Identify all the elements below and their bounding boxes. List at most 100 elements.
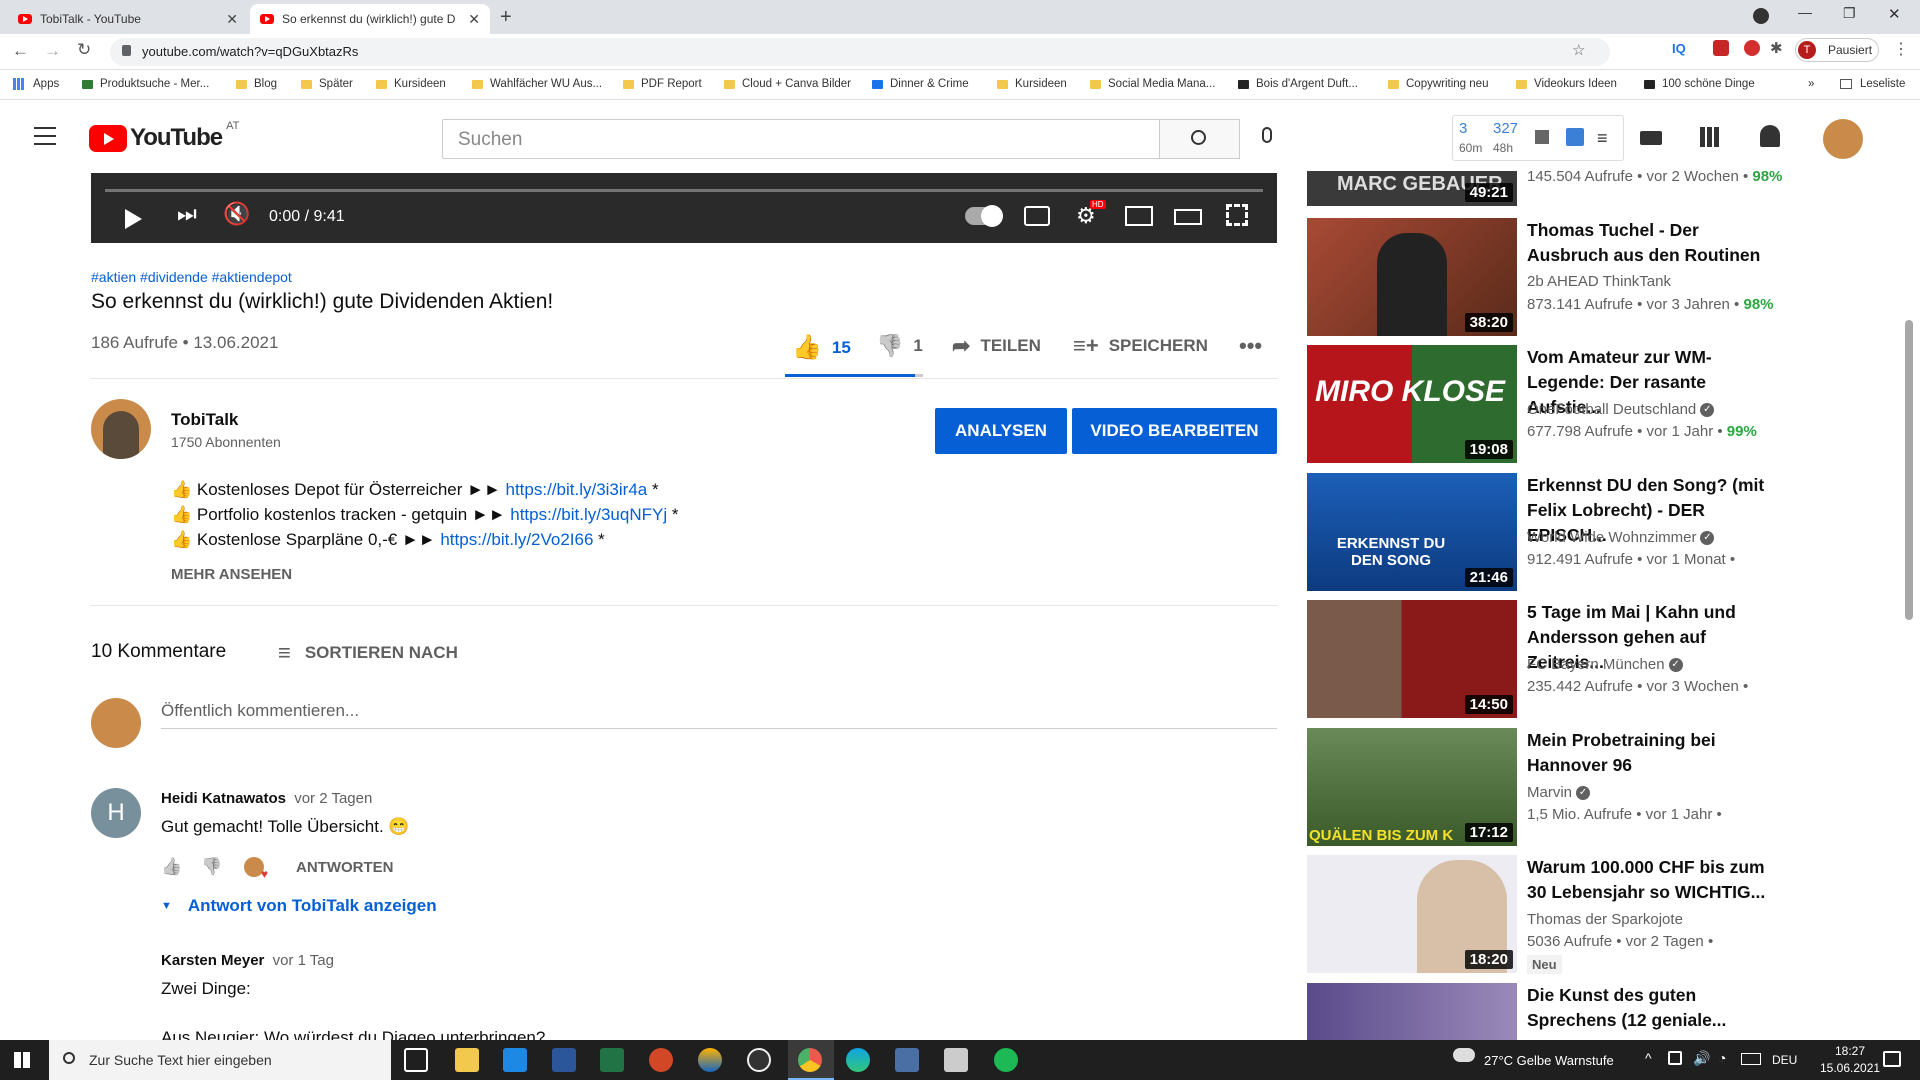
word-icon[interactable] xyxy=(552,1048,576,1072)
video-title-link[interactable]: Mein Probetraining bei Hannover 96 xyxy=(1527,728,1782,778)
hamburger-menu-icon[interactable] xyxy=(34,127,56,145)
search-input[interactable]: Suchen xyxy=(442,119,1160,159)
next-icon[interactable]: ⏭ xyxy=(177,201,197,227)
task-view-icon[interactable] xyxy=(404,1048,428,1072)
tab-search-icon[interactable] xyxy=(1753,8,1769,24)
minimize-button[interactable]: — xyxy=(1798,4,1812,20)
obs-icon[interactable] xyxy=(747,1048,771,1072)
youtube-logo[interactable]: YouTube AT xyxy=(89,120,239,152)
channel-name[interactable]: Marvin ✓ xyxy=(1527,784,1591,801)
tab-active-video[interactable]: So erkennst du (wirklich!) gute D ✕ xyxy=(250,4,490,34)
fullscreen-icon[interactable] xyxy=(1226,204,1248,226)
playlist-icon[interactable] xyxy=(1566,128,1584,146)
commenter-avatar[interactable]: H xyxy=(91,788,141,838)
channel-avatar[interactable] xyxy=(91,399,151,459)
comment-author[interactable]: Heidi Katnawatos xyxy=(161,790,286,807)
app-icon[interactable] xyxy=(895,1048,919,1072)
channel-name[interactable]: TobiTalk xyxy=(171,410,238,430)
bookmark-item[interactable]: Wahlfächer WU Aus... xyxy=(472,78,602,90)
weather-text[interactable]: 27°C Gelbe Warnstufe xyxy=(1484,1053,1614,1068)
analytics-button[interactable]: ANALYSEN xyxy=(935,408,1067,454)
bookmark-item[interactable]: Produktsuche - Mer... xyxy=(82,78,209,90)
bookmark-item[interactable]: Social Media Mana... xyxy=(1090,78,1215,90)
video-thumbnail[interactable]: MIRO KLOSE 19:08 xyxy=(1307,345,1517,463)
excel-icon[interactable] xyxy=(600,1048,624,1072)
miniplayer-icon[interactable] xyxy=(1125,206,1153,226)
progress-bar[interactable] xyxy=(105,189,1263,192)
video-thumbnail[interactable]: 14:50 xyxy=(1307,600,1517,718)
extension-icon[interactable] xyxy=(1744,40,1760,56)
reply-button[interactable]: ANTWORTEN xyxy=(296,859,394,876)
powerpoint-icon[interactable] xyxy=(649,1048,673,1072)
channel-name[interactable]: World Wide Wohnzimmer ✓ xyxy=(1527,529,1715,546)
scrollbar-thumb[interactable] xyxy=(1905,320,1913,620)
search-button[interactable] xyxy=(1160,119,1240,159)
video-thumbnail[interactable]: 38:20 xyxy=(1307,218,1517,336)
dislike-button[interactable]: 👎 1 xyxy=(876,333,923,359)
maximize-button[interactable]: ❐ xyxy=(1843,5,1856,22)
notifications-bell-icon[interactable] xyxy=(1760,125,1780,147)
tab-tobitalk[interactable]: TobiTalk - YouTube ✕ xyxy=(8,4,248,34)
video-thumbnail[interactable]: QUÄLEN BIS ZUM K 17:12 xyxy=(1307,728,1517,846)
comment-like-icon[interactable]: 👍 xyxy=(161,857,182,877)
weather-cloud-icon[interactable] xyxy=(1453,1048,1475,1062)
close-window-button[interactable]: ✕ xyxy=(1888,5,1901,23)
description-link[interactable]: https://bit.ly/3uqNFYj xyxy=(510,505,667,524)
subtitles-icon[interactable] xyxy=(1024,206,1050,226)
notification-center-icon[interactable] xyxy=(1883,1051,1901,1067)
spotify-icon[interactable] xyxy=(994,1048,1018,1072)
bookmark-item[interactable]: Später xyxy=(301,78,353,90)
tray-icon[interactable] xyxy=(1668,1051,1682,1065)
bookmark-item[interactable]: Bois d'Argent Duft... xyxy=(1238,78,1358,90)
play-icon[interactable] xyxy=(125,209,142,229)
video-player[interactable]: ⏭ 🔇 0:00 / 9:41 ⚙ HD xyxy=(91,173,1277,243)
forward-icon[interactable]: → xyxy=(44,41,61,61)
keyboard-icon[interactable] xyxy=(1741,1053,1761,1065)
channel-name[interactable]: Thomas der Sparkojote xyxy=(1527,911,1683,928)
video-title-link[interactable]: Thomas Tuchel - Der Ausbruch aus den Rou… xyxy=(1527,218,1782,268)
reload-icon[interactable]: ↻ xyxy=(77,40,91,60)
edit-video-button[interactable]: VIDEO BEARBEITEN xyxy=(1072,408,1277,454)
url-bar[interactable]: youtube.com/watch?v=qDGuXbtazRs ☆ xyxy=(110,38,1610,66)
show-replies-button[interactable]: ▼ Antwort von TobiTalk anzeigen xyxy=(161,896,437,916)
comment-author[interactable]: Karsten Meyer xyxy=(161,952,264,969)
video-thumbnail[interactable] xyxy=(1307,983,1517,1040)
bookmark-item[interactable]: 100 schöne Dinge xyxy=(1644,78,1755,90)
apps-grid-icon[interactable] xyxy=(1700,127,1720,147)
app-icon[interactable] xyxy=(698,1048,722,1072)
file-explorer-icon[interactable] xyxy=(455,1048,479,1072)
theater-mode-icon[interactable] xyxy=(1174,209,1202,225)
show-more-button[interactable]: MEHR ANSEHEN xyxy=(171,566,292,583)
channel-name[interactable]: OneFootball Deutschland ✓ xyxy=(1527,401,1715,418)
new-tab-button[interactable]: + xyxy=(500,6,512,29)
bookmark-apps[interactable]: Apps xyxy=(13,78,59,90)
bookmark-item[interactable]: Blog xyxy=(236,78,277,90)
network-icon[interactable]: ◔ xyxy=(1718,1050,1726,1066)
comment-time[interactable]: vor 1 Tag xyxy=(273,952,334,969)
extensions-puzzle-icon[interactable]: ✱ xyxy=(1770,39,1783,57)
bar-chart-icon[interactable] xyxy=(1535,130,1549,144)
bookmark-item[interactable]: Kursideen xyxy=(376,78,446,90)
extension-stats-widget[interactable]: 3 60m 327 48h ≡ xyxy=(1452,115,1624,161)
account-avatar[interactable] xyxy=(1823,119,1863,159)
clock-date[interactable]: 15.06.2021 xyxy=(1820,1061,1880,1075)
comment-input[interactable]: Öffentlich kommentieren... xyxy=(161,701,1277,729)
video-title-link[interactable]: Die Kunst des guten Sprechens (12 genial… xyxy=(1527,983,1782,1033)
bookmark-item[interactable]: PDF Report xyxy=(623,78,702,90)
list-icon[interactable]: ≡ xyxy=(1597,128,1608,149)
mail-icon[interactable] xyxy=(503,1048,527,1072)
app-icon[interactable] xyxy=(944,1048,968,1072)
channel-name[interactable]: 2b AHEAD ThinkTank xyxy=(1527,273,1671,290)
like-button[interactable]: 👍 15 xyxy=(792,333,851,362)
settings-gear-icon[interactable]: ⚙ HD xyxy=(1076,200,1106,229)
hashtags[interactable]: #aktien #dividende #aktiendepot xyxy=(91,269,292,285)
reading-list[interactable]: Leseliste xyxy=(1840,78,1905,90)
save-button[interactable]: ≡+ SPEICHERN xyxy=(1073,333,1208,359)
taskbar-search-input[interactable]: Zur Suche Text hier eingeben xyxy=(49,1040,391,1080)
autoplay-toggle[interactable] xyxy=(965,205,1003,227)
video-thumbnail[interactable]: ERKENNST DU DEN SONG 21:46 xyxy=(1307,473,1517,591)
language-indicator[interactable]: DEU xyxy=(1772,1053,1797,1067)
tray-chevron-icon[interactable]: ^ xyxy=(1645,1050,1652,1066)
comment-time[interactable]: vor 2 Tagen xyxy=(294,790,372,807)
share-button[interactable]: ➦ TEILEN xyxy=(952,333,1041,359)
